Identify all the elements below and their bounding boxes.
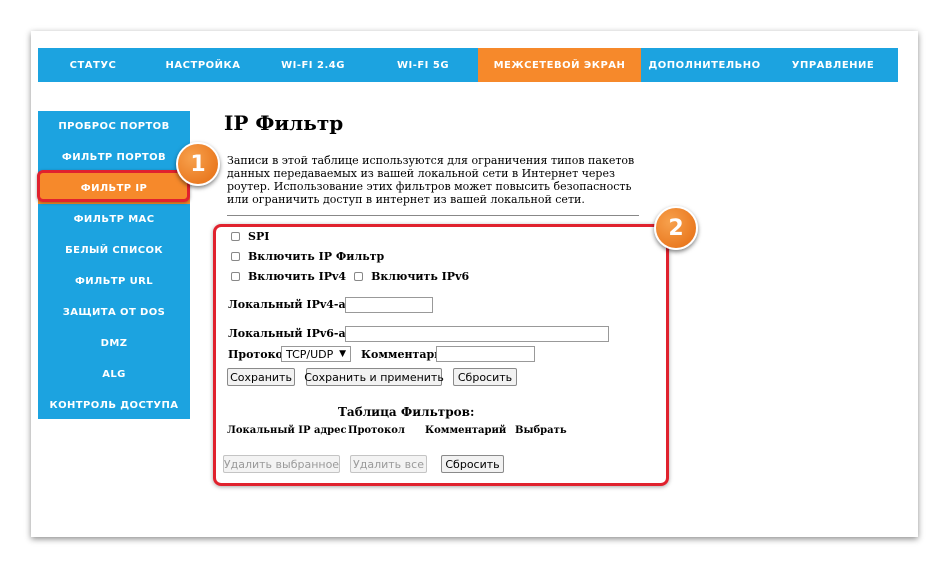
comment-input[interactable] xyxy=(436,346,535,362)
col-header-select: Выбрать xyxy=(515,425,567,436)
tab-wifi-24g[interactable]: WI-FI 2.4G xyxy=(258,48,368,82)
enable-ipv6-checkbox[interactable] xyxy=(354,272,364,281)
protocol-select-value: TCP/UDP xyxy=(286,347,334,361)
protocol-select[interactable]: TCP/UDP ▼ xyxy=(281,346,351,362)
top-nav: СТАТУС НАСТРОЙКА WI-FI 2.4G WI-FI 5G МЕЖ… xyxy=(38,48,898,82)
sidebar-item-dmz[interactable]: DMZ xyxy=(38,328,190,359)
col-header-local-ip: Локальный IP адрес xyxy=(227,425,347,436)
delete-all-button[interactable]: Удалить все xyxy=(350,455,427,473)
col-header-comment: Комментарий xyxy=(425,425,507,436)
sidebar-item-dos-protection[interactable]: ЗАЩИТА ОТ DOS xyxy=(38,297,190,328)
step-badge-1: 1 xyxy=(176,142,220,186)
spi-label: SPI xyxy=(248,230,270,243)
filter-table-title: Таблица Фильтров: xyxy=(338,405,475,419)
save-apply-button[interactable]: Сохранить и применить xyxy=(304,368,444,386)
sidebar-item-url-filter[interactable]: ФИЛЬТР URL xyxy=(38,266,190,297)
sidebar-item-mac-filter[interactable]: ФИЛЬТР MAC xyxy=(38,204,190,235)
enable-ip-filter-label: Включить IP Фильтр xyxy=(248,250,385,263)
divider xyxy=(227,215,639,216)
spi-checkbox[interactable] xyxy=(231,232,240,241)
tab-wifi-5g[interactable]: WI-FI 5G xyxy=(368,48,478,82)
tab-firewall[interactable]: МЕЖСЕТЕВОЙ ЭКРАН xyxy=(478,48,641,82)
sidebar-item-access-control[interactable]: КОНТРОЛЬ ДОСТУПА xyxy=(38,390,190,421)
table-reset-button[interactable]: Сбросить xyxy=(441,455,504,473)
tab-status[interactable]: СТАТУС xyxy=(38,48,148,82)
chevron-down-icon: ▼ xyxy=(339,349,346,359)
page-description: Записи в этой таблице используются для о… xyxy=(227,154,635,206)
sidebar-item-alg[interactable]: ALG xyxy=(38,359,190,390)
sidebar-item-ip-filter[interactable]: ФИЛЬТР IP xyxy=(38,173,190,204)
enable-ipv4-label: Включить IPv4 xyxy=(248,270,347,283)
tab-advanced[interactable]: ДОПОЛНИТЕЛЬНО xyxy=(641,48,768,82)
local-ipv4-input[interactable] xyxy=(345,297,433,313)
local-ipv6-input[interactable] xyxy=(345,326,609,342)
sidebar: ПРОБРОС ПОРТОВ ФИЛЬТР ПОРТОВ ФИЛЬТР IP Ф… xyxy=(38,111,190,419)
sidebar-item-whitelist[interactable]: БЕЛЫЙ СПИСОК xyxy=(38,235,190,266)
step-badge-2: 2 xyxy=(654,206,698,250)
col-header-protocol: Протокол xyxy=(348,425,405,436)
save-button[interactable]: Сохранить xyxy=(227,368,295,386)
reset-button[interactable]: Сбросить xyxy=(453,368,517,386)
tab-management[interactable]: УПРАВЛЕНИЕ xyxy=(768,48,898,82)
enable-ip-filter-checkbox[interactable] xyxy=(231,252,240,261)
tab-settings[interactable]: НАСТРОЙКА xyxy=(148,48,258,82)
enable-ipv6-label: Включить IPv6 xyxy=(371,270,470,283)
sidebar-item-port-filter[interactable]: ФИЛЬТР ПОРТОВ xyxy=(38,142,190,173)
sidebar-item-port-forwarding[interactable]: ПРОБРОС ПОРТОВ xyxy=(38,111,190,142)
delete-selected-button[interactable]: Удалить выбранное xyxy=(223,455,340,473)
page-title: IP Фильтр xyxy=(224,111,344,135)
enable-ipv4-checkbox[interactable] xyxy=(231,272,240,281)
